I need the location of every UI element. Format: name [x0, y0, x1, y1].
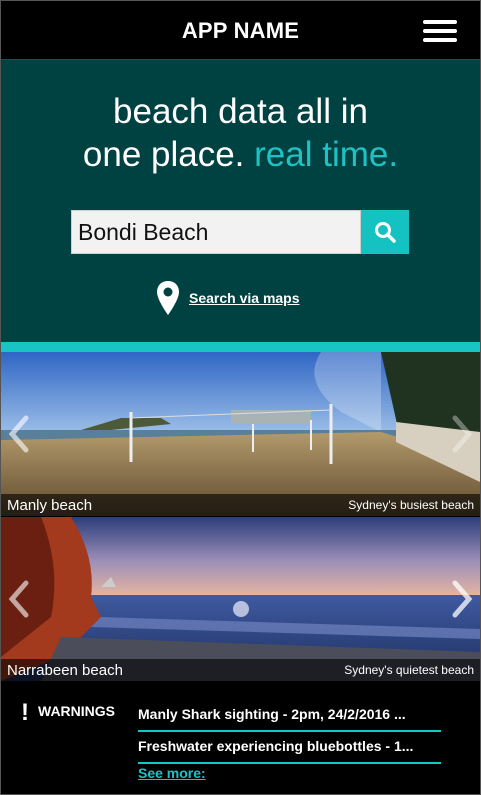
manly-beach-image [1, 352, 480, 516]
headline-line-2: one place. real time. [1, 133, 480, 176]
search-bar [71, 210, 411, 254]
accent-divider [1, 342, 480, 352]
hero-headline: beach data all in one place. real time. [1, 60, 480, 176]
app-frame: APP NAME beach data all in one place. re… [0, 0, 481, 795]
headline-line-1: beach data all in [113, 92, 368, 131]
headline-plain: one place. [82, 135, 245, 174]
see-more-link[interactable]: See more: [138, 765, 206, 781]
chevron-right-icon[interactable] [450, 579, 474, 619]
warning-icon: ! [21, 699, 29, 726]
warnings-label: WARNINGS [38, 703, 115, 719]
beach-name: Manly beach [7, 496, 93, 514]
top-bar: APP NAME [1, 1, 480, 59]
warning-item[interactable]: Manly Shark sighting - 2pm, 24/2/2016 ..… [138, 706, 441, 732]
warning-item[interactable]: Freshwater experiencing bluebottles - 1.… [138, 738, 441, 764]
search-icon [375, 222, 396, 243]
beach-name: Narrabeen beach [7, 661, 123, 679]
map-pin-icon [157, 281, 179, 315]
narrabeen-beach-image [1, 517, 480, 681]
app-title: APP NAME [181, 18, 300, 43]
hamburger-menu-icon[interactable] [423, 20, 457, 42]
carousel-slide-manly[interactable]: Manly beach Sydney's busiest beach [1, 352, 480, 516]
beach-subtitle: Sydney's quietest beach [344, 663, 474, 677]
headline-accent: real time. [254, 135, 399, 174]
search-input[interactable] [71, 210, 361, 254]
chevron-left-icon[interactable] [7, 579, 31, 619]
slide-caption: Narrabeen beach Sydney's quietest beach [1, 659, 480, 681]
search-via-maps-link[interactable]: Search via maps [156, 280, 300, 316]
maps-link-label: Search via maps [189, 290, 300, 306]
warnings-panel: ! WARNINGS Manly Shark sighting - 2pm, 2… [1, 681, 480, 794]
slide-caption: Manly beach Sydney's busiest beach [1, 494, 480, 516]
chevron-left-icon[interactable] [7, 414, 31, 454]
beach-subtitle: Sydney's busiest beach [348, 498, 474, 512]
chevron-right-icon[interactable] [450, 414, 474, 454]
search-button[interactable] [361, 210, 409, 254]
carousel-slide-narrabeen[interactable]: Narrabeen beach Sydney's quietest beach [1, 517, 480, 681]
hero-section: beach data all in one place. real time. … [1, 59, 480, 342]
